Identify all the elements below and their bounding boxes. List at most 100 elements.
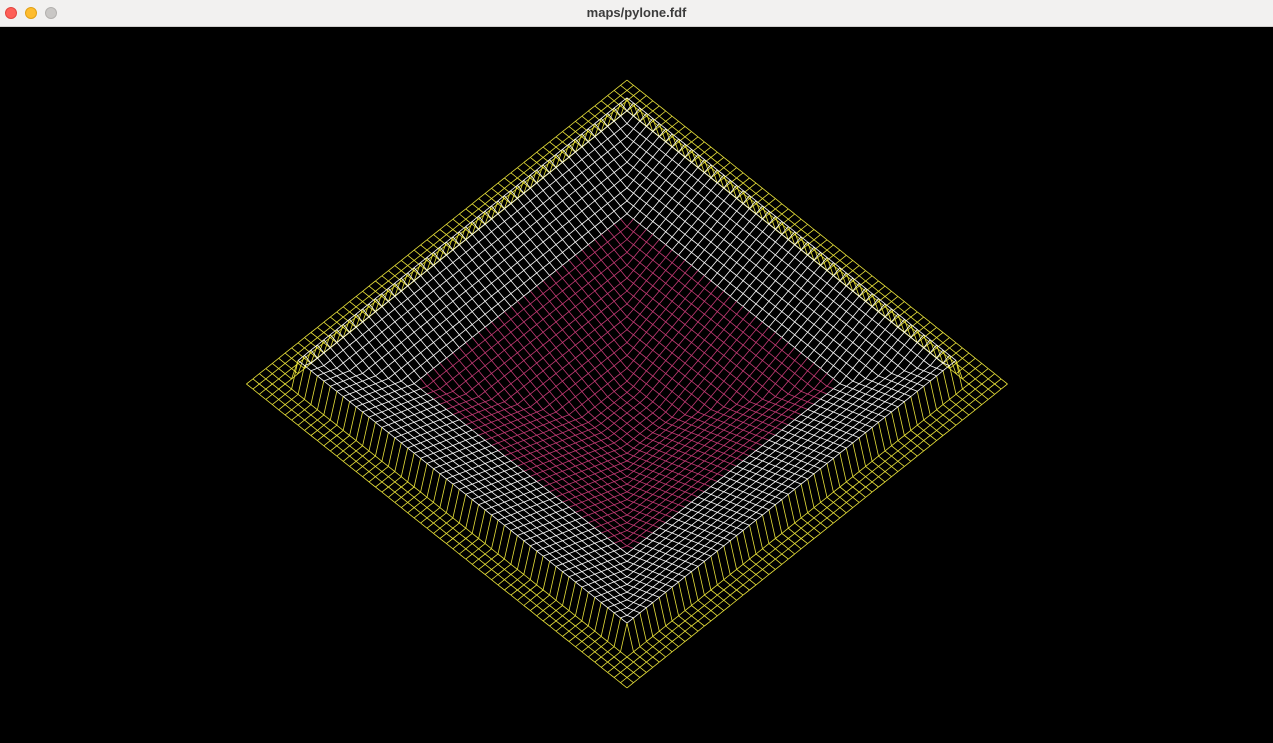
mesh-edge — [678, 344, 686, 351]
mesh-edge — [729, 197, 737, 207]
mesh-edge — [587, 244, 596, 253]
mesh-edge — [517, 473, 525, 480]
mesh-edge — [459, 473, 467, 480]
mesh-edge — [613, 159, 621, 168]
mesh-edge — [671, 391, 679, 398]
mesh-edge — [484, 421, 492, 426]
mesh-edge — [536, 370, 544, 377]
mesh-edge — [484, 352, 492, 361]
mesh-edge — [504, 589, 512, 596]
mesh-edge — [536, 501, 544, 506]
mesh-edge — [678, 357, 686, 364]
mesh-edge — [620, 468, 628, 472]
mesh-edge — [768, 293, 776, 302]
mesh-edge — [775, 344, 783, 351]
mesh-edge — [497, 259, 505, 266]
title-bar[interactable]: maps/pylone.fdf — [0, 0, 1273, 27]
mesh-edge — [471, 203, 479, 210]
mesh-edge — [555, 524, 563, 529]
mesh-edge — [813, 329, 821, 338]
mesh-edge — [478, 198, 486, 205]
mesh-edge — [639, 151, 647, 160]
mesh-edge — [459, 432, 466, 436]
mesh-edge — [787, 373, 796, 382]
mesh-edge — [607, 450, 615, 454]
mesh-edge — [330, 311, 338, 318]
mesh-edge — [284, 388, 292, 395]
mesh-edge — [575, 280, 583, 289]
mesh-edge — [452, 365, 460, 374]
mesh-edge — [768, 339, 776, 346]
mesh-edge — [478, 548, 486, 555]
mesh-edge — [633, 321, 641, 328]
mesh-edge — [433, 234, 441, 241]
mesh-edge — [723, 231, 731, 240]
mesh-edge — [284, 399, 292, 405]
mesh-edge — [291, 352, 299, 359]
mesh-edge — [491, 491, 499, 498]
mesh-edge — [523, 406, 531, 410]
mesh-edge — [400, 303, 409, 312]
mesh-edge — [633, 412, 641, 419]
mesh-edge — [787, 244, 796, 253]
mesh-edge — [439, 357, 447, 364]
mesh-edge — [523, 522, 531, 526]
mesh-edge — [613, 494, 621, 498]
mesh-edge — [349, 331, 357, 341]
mesh-edge — [730, 424, 737, 428]
mesh-edge — [517, 527, 525, 534]
mesh-edge — [510, 352, 518, 359]
mesh-edge — [394, 334, 402, 343]
mesh-edge — [504, 424, 512, 431]
mesh-edge — [639, 172, 647, 179]
mesh-edge — [620, 360, 628, 369]
mesh-edge — [613, 455, 621, 459]
mesh-edge — [691, 295, 699, 305]
mesh-edge — [530, 195, 537, 202]
mesh-edge — [826, 288, 834, 297]
mesh-edge — [530, 542, 537, 547]
mesh-edge — [652, 455, 660, 459]
mesh-edge — [484, 548, 492, 555]
mesh-edge — [381, 460, 389, 467]
mesh-edge — [600, 298, 608, 307]
mesh-edge — [568, 473, 576, 477]
mesh-edge — [523, 470, 531, 477]
mesh-edge — [459, 463, 466, 467]
render-canvas[interactable] — [0, 27, 1273, 743]
mesh-edge — [639, 352, 647, 359]
mesh-edge — [433, 303, 441, 312]
mesh-edge — [368, 406, 376, 410]
mesh-edge — [588, 429, 596, 436]
mesh-edge — [736, 370, 744, 379]
mesh-edge — [555, 481, 563, 488]
mesh-edge — [394, 295, 402, 305]
mesh-edge — [465, 414, 473, 418]
mesh-edge — [613, 313, 621, 323]
mesh-edge — [497, 512, 505, 518]
mesh-edge — [762, 187, 770, 194]
mesh-edge — [678, 298, 686, 307]
mesh-edge — [433, 427, 441, 431]
mesh-edge — [433, 507, 441, 514]
mesh-edge — [594, 501, 602, 506]
mesh-edge — [781, 208, 789, 215]
mesh-edge — [446, 533, 454, 539]
mesh-edge — [723, 239, 731, 245]
mesh-edge — [465, 362, 473, 369]
mesh-edge — [542, 151, 550, 158]
mesh-edge — [426, 439, 434, 446]
mesh-edge — [723, 308, 731, 318]
mesh-edge — [375, 357, 383, 364]
mesh-edge — [426, 277, 434, 284]
mesh-edge — [458, 494, 467, 524]
mesh-edge — [523, 422, 531, 426]
mesh-edge — [568, 267, 576, 274]
mesh-edge — [710, 203, 718, 209]
mesh-edge — [562, 401, 570, 408]
mesh-edge — [781, 336, 789, 343]
mesh-edge — [646, 306, 654, 312]
mesh-edge — [504, 501, 512, 508]
mesh-edge — [613, 275, 621, 284]
mesh-edge — [646, 401, 654, 409]
